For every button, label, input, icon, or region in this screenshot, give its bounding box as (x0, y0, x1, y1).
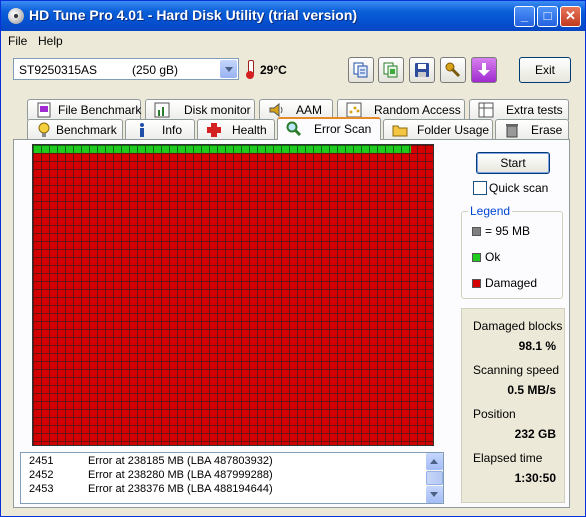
tab-label: Random Access (374, 103, 461, 117)
speaker-icon (269, 102, 283, 118)
info-icon (140, 123, 144, 137)
grid-icon (478, 102, 494, 118)
chevron-down-icon[interactable] (220, 60, 237, 78)
menu-bar: File Help (1, 31, 585, 51)
copy-image-icon (383, 62, 398, 78)
file-benchmark-icon (37, 102, 51, 118)
scroll-thumb[interactable] (426, 471, 443, 485)
error-log-list[interactable]: 2451 Error at 238185 MB (LBA 487803932) … (20, 452, 444, 504)
ok-blocks (33, 145, 411, 153)
red-swatch-icon (472, 279, 481, 288)
tab-label: Erase (531, 123, 563, 137)
tab-folder-usage[interactable]: Folder Usage (383, 119, 493, 140)
scanning-speed-label: Scanning speed (473, 363, 560, 377)
red-cross-icon (207, 123, 221, 137)
tab-label: Extra tests (506, 103, 563, 117)
scatter-icon (346, 102, 362, 118)
scan-block-map (32, 144, 434, 446)
wrench-icon (445, 62, 461, 78)
legend-title: Legend (468, 204, 513, 218)
menu-file[interactable]: File (8, 34, 27, 48)
scanning-speed-value: 0.5 MB/s (507, 383, 556, 397)
position-value: 232 GB (514, 427, 556, 441)
list-item: 2451 Error at 238185 MB (LBA 487803932) (29, 455, 273, 467)
position-label: Position (473, 407, 516, 421)
green-swatch-icon (472, 253, 481, 262)
menu-help[interactable]: Help (38, 34, 63, 48)
arrow-down-icon (478, 63, 490, 76)
tab-label: Info (162, 123, 183, 137)
options-button[interactable] (440, 57, 466, 83)
trash-icon (506, 124, 518, 138)
tab-label: AAM (296, 103, 323, 117)
tab-disk-monitor[interactable]: Disk monitor (145, 99, 255, 120)
log-scrollbar[interactable] (426, 453, 443, 503)
tab-health[interactable]: Health (197, 119, 275, 140)
tab-benchmark[interactable]: Benchmark (27, 119, 123, 140)
scroll-down-icon[interactable] (426, 486, 443, 503)
scan-stats: Damaged blocks 98.1 % Scanning speed 0.5… (461, 308, 565, 503)
save-button[interactable] (409, 57, 435, 83)
elapsed-time-value: 1:30:50 (514, 471, 556, 485)
tab-label: Health (232, 123, 267, 137)
tab-file-benchmark[interactable]: File Benchmark (27, 99, 141, 120)
main-window: HD Tune Pro 4.01 - Hard Disk Utility (tr… (0, 0, 586, 517)
copy-screenshot-button[interactable] (378, 57, 404, 83)
floppy-disk-icon (415, 63, 429, 77)
drive-select[interactable]: ST9250315AS (250 gB) (13, 58, 239, 80)
checkbox-box[interactable] (473, 181, 487, 195)
exit-button[interactable]: Exit (519, 57, 571, 83)
drive-capacity: (250 gB) (132, 63, 179, 77)
tab-info[interactable]: Info (125, 119, 195, 140)
tab-label: Benchmark (56, 123, 117, 137)
tab-label: File Benchmark (58, 103, 142, 117)
scroll-up-icon[interactable] (426, 453, 443, 470)
close-button[interactable]: ✕ (560, 6, 581, 27)
download-button[interactable] (471, 57, 497, 83)
tab-error-scan[interactable]: Error Scan (277, 117, 381, 140)
quick-scan-label: Quick scan (489, 181, 549, 195)
damaged-blocks-value: 98.1 % (518, 339, 556, 353)
copy-info-button[interactable] (348, 57, 374, 83)
copy-icon (353, 62, 368, 78)
disk-icon (8, 8, 24, 24)
drive-model: ST9250315AS (19, 63, 98, 77)
damaged-blocks-label: Damaged blocks (473, 319, 563, 333)
title-bar[interactable]: HD Tune Pro 4.01 - Hard Disk Utility (tr… (1, 1, 585, 31)
window-title: HD Tune Pro 4.01 - Hard Disk Utility (tr… (29, 7, 358, 23)
folder-icon (392, 125, 408, 137)
thermometer-icon (246, 60, 254, 79)
temperature-readout: 29°C (260, 63, 287, 77)
magnifier-icon (286, 121, 302, 137)
minimize-button[interactable]: _ (514, 6, 535, 27)
lightbulb-icon (38, 122, 50, 137)
tab-label: Folder Usage (417, 123, 490, 137)
elapsed-time-label: Elapsed time (473, 451, 543, 465)
list-item: 2452 Error at 238280 MB (LBA 487999288) (29, 469, 273, 481)
tab-label: Disk monitor (184, 103, 251, 117)
error-scan-panel: 2451 Error at 238185 MB (LBA 487803932) … (13, 139, 570, 508)
chart-icon (154, 102, 170, 118)
start-button[interactable]: Start (476, 152, 550, 174)
tab-erase[interactable]: Erase (495, 119, 569, 140)
legend-group: Legend = 95 MB Ok Damaged (461, 204, 563, 299)
gray-swatch-icon (472, 227, 481, 236)
tab-extra-tests[interactable]: Extra tests (469, 99, 569, 120)
maximize-button[interactable]: □ (537, 6, 558, 27)
tab-label: Error Scan (314, 122, 372, 136)
list-item: 2453 Error at 238376 MB (LBA 488194644) (29, 483, 273, 495)
